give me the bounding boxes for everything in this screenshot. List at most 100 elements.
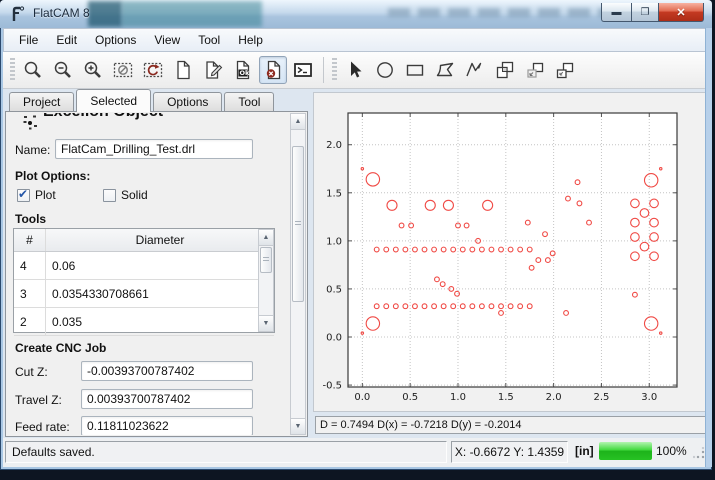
shell-button[interactable] (289, 56, 317, 84)
svg-text:3.0: 3.0 (641, 392, 657, 403)
status-message-box: Defaults saved. (5, 441, 447, 463)
maximize-button[interactable]: ❐ (631, 3, 659, 22)
svg-text:2.5: 2.5 (593, 392, 609, 403)
tab-project[interactable]: Project (9, 92, 74, 112)
draw-circle-button[interactable] (371, 56, 399, 84)
svg-text:0.5: 0.5 (326, 284, 342, 295)
table-row[interactable]: 3 0.0354330708661 (14, 280, 274, 308)
toolbar-grip[interactable] (10, 58, 15, 82)
app-window: FlatCAM 8 ▬ ❐ ✕ File Edit Options View T… (0, 0, 712, 470)
menu-item-help[interactable]: Help (229, 30, 272, 50)
scroll-thumb[interactable] (292, 146, 304, 302)
units-label: [in] (575, 444, 594, 458)
move-icon (554, 59, 576, 81)
tool-diameter-cell[interactable]: 0.0354330708661 (46, 280, 274, 307)
zoom-out-button[interactable] (49, 56, 77, 84)
toolbar: Ok (3, 52, 709, 89)
cut-z-input[interactable] (81, 361, 253, 381)
travel-z-label: Travel Z: (15, 393, 62, 407)
draw-polyline-button[interactable] (461, 56, 489, 84)
copy-object-button[interactable] (521, 56, 549, 84)
tools-label: Tools (15, 212, 46, 226)
titlebar-ghost (122, 1, 262, 27)
delete-object-icon (262, 59, 284, 81)
feed-rate-input[interactable] (81, 416, 253, 435)
draw-rectangle-button[interactable] (401, 56, 429, 84)
plot-checkbox-label: Plot (35, 188, 56, 202)
svg-text:0.0: 0.0 (354, 392, 370, 403)
plot-svg[interactable]: 0.00.51.01.52.02.53.0-0.50.00.51.01.52.0 (314, 93, 708, 411)
solid-checkbox[interactable]: Solid (103, 188, 148, 202)
save-ok-icon: Ok (232, 59, 254, 81)
tool-number-cell[interactable]: 2 (14, 308, 46, 335)
save-ok-button[interactable]: Ok (229, 56, 257, 84)
plot-panel[interactable]: 0.00.51.01.52.02.53.0-0.50.00.51.01.52.0 (313, 92, 709, 412)
tools-table: # Diameter 4 0.06 3 0.0354330708661 2 0.… (13, 228, 275, 333)
checkbox-box (103, 189, 116, 202)
scroll-down-arrow[interactable]: ▼ (291, 418, 305, 434)
move-object-button[interactable] (551, 56, 579, 84)
scroll-up-arrow[interactable]: ▲ (259, 230, 273, 246)
menu-item-view[interactable]: View (145, 30, 189, 50)
scroll-down-arrow[interactable]: ▼ (259, 315, 273, 331)
delete-object-button[interactable] (259, 56, 287, 84)
svg-text:1.0: 1.0 (450, 392, 466, 403)
column-header-number[interactable]: # (14, 229, 46, 251)
minimize-button[interactable]: ▬ (601, 3, 631, 22)
toolbar-grip[interactable] (332, 58, 337, 82)
tool-number-cell[interactable]: 3 (14, 280, 46, 307)
checkbox-box (17, 189, 30, 202)
table-scrollbar[interactable]: ▲ ▼ (258, 229, 274, 332)
panel-scrollbar[interactable]: ▲ ▼ (290, 113, 306, 435)
new-file-button[interactable] (169, 56, 197, 84)
polygon-tool-icon (434, 59, 456, 81)
zoom-fit-button[interactable] (19, 56, 47, 84)
tab-selected[interactable]: Selected (76, 89, 151, 112)
union-button[interactable] (491, 56, 519, 84)
cut-z-label: Cut Z: (15, 365, 48, 379)
table-row[interactable]: 4 0.06 (14, 252, 274, 280)
zoom-in-button[interactable] (79, 56, 107, 84)
tool-diameter-cell[interactable]: 0.06 (46, 252, 274, 279)
column-header-diameter[interactable]: Diameter (46, 229, 274, 251)
flatcam-logo-icon (9, 5, 27, 23)
open-file-button[interactable] (199, 56, 227, 84)
svg-text:1.5: 1.5 (326, 188, 342, 199)
menu-item-tool[interactable]: Tool (189, 30, 229, 50)
clear-plot-button[interactable] (109, 56, 137, 84)
menu-item-options[interactable]: Options (86, 30, 145, 50)
pointer-select-button[interactable] (341, 56, 369, 84)
tool-number-cell[interactable]: 4 (14, 252, 46, 279)
table-header: # Diameter (14, 229, 274, 252)
progress-fill (599, 442, 652, 460)
clear-plot-icon (112, 59, 134, 81)
zoom-in-icon (82, 59, 104, 81)
window-title: FlatCAM 8 (33, 6, 90, 20)
tab-options[interactable]: Options (153, 92, 222, 112)
svg-text:1.0: 1.0 (326, 236, 342, 247)
solid-checkbox-label: Solid (121, 188, 148, 202)
scroll-up-arrow[interactable]: ▲ (291, 114, 305, 130)
travel-z-input[interactable] (81, 389, 253, 409)
new-file-icon (172, 59, 194, 81)
svg-text:2.0: 2.0 (546, 392, 562, 403)
menu-item-file[interactable]: File (10, 30, 47, 50)
rectangle-tool-icon (404, 59, 426, 81)
plot-checkbox[interactable]: Plot (17, 188, 56, 202)
table-row[interactable]: 2 0.035 (14, 308, 274, 336)
progress-bar (599, 442, 652, 460)
title-bar[interactable]: FlatCAM 8 ▬ ❐ ✕ (0, 0, 712, 28)
tool-diameter-cell[interactable]: 0.035 (46, 308, 274, 335)
replot-button[interactable] (139, 56, 167, 84)
draw-polygon-button[interactable] (431, 56, 459, 84)
menu-item-edit[interactable]: Edit (47, 30, 86, 50)
name-input[interactable] (55, 139, 253, 159)
tab-tool[interactable]: Tool (224, 92, 274, 112)
plot-options-label: Plot Options: (15, 169, 90, 183)
close-button[interactable]: ✕ (659, 3, 704, 22)
coordinates-text: X: -0.6672 Y: 1.4359 (455, 445, 564, 459)
scroll-thumb[interactable] (260, 247, 272, 273)
drill-object-icon (21, 113, 39, 131)
delta-status-text: D = 0.7494 D(x) = -0.7218 D(y) = -0.2014 (320, 419, 521, 431)
resize-grip[interactable] (693, 447, 705, 459)
